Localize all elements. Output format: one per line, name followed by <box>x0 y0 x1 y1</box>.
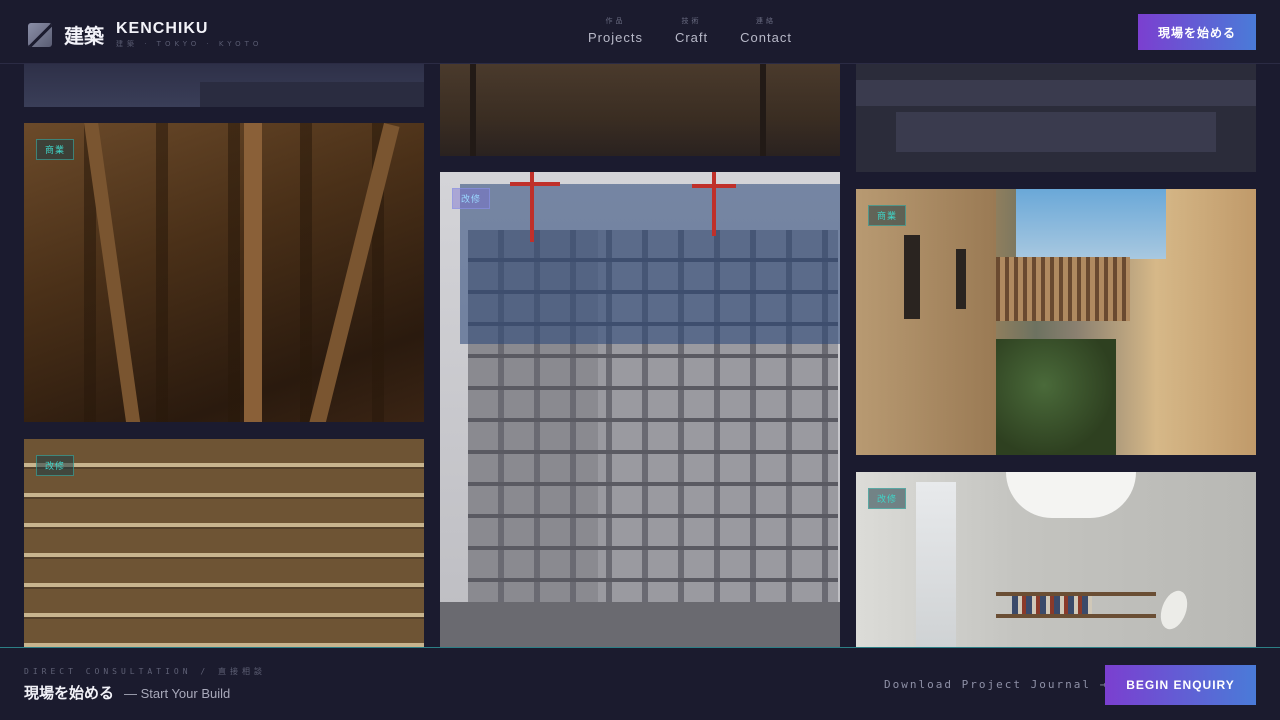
nav-item-craft[interactable]: 技術 Craft <box>675 16 708 45</box>
wood-beam <box>84 123 142 422</box>
light-spot <box>1155 587 1193 633</box>
brand[interactable]: 建築 KENCHIKU 建築 · TOKYO · KYOTO <box>28 20 262 49</box>
beam-shadow <box>470 64 476 156</box>
consultation-title-en: — Start Your Build <box>124 686 231 701</box>
brand-en: KENCHIKU <box>116 20 209 37</box>
gallery-tile-top-left[interactable] <box>24 64 424 107</box>
gallery-tile-concrete-interior[interactable]: 改修 <box>856 472 1256 649</box>
start-build-button[interactable]: 現場を始める <box>1138 14 1256 50</box>
nav-item-jp: 作品 <box>605 17 626 25</box>
project-tag: 改修 <box>36 455 75 476</box>
nav-item-projects[interactable]: 作品 Projects <box>588 16 643 45</box>
logo-icon <box>28 22 52 47</box>
consultation-bar: DIRECT CONSULTATION / 直接相談 現場を始める — Star… <box>0 647 1280 720</box>
consultation-kicker: DIRECT CONSULTATION / 直接相談 <box>24 667 266 676</box>
nav-item-jp: 連絡 <box>756 17 777 25</box>
brand-jp: 建築 <box>64 24 104 48</box>
scaffolding <box>460 184 840 344</box>
books <box>1012 596 1092 614</box>
brand-subtitle: 建築 · TOKYO · KYOTO <box>116 40 263 48</box>
wood-beam <box>306 123 400 422</box>
street <box>440 602 840 649</box>
consultation-title: 現場を始める — Start Your Build <box>24 682 230 703</box>
nav-item-contact[interactable]: 連絡 Contact <box>740 16 792 45</box>
gallery-tile-building-construction[interactable]: 改修 <box>440 172 840 649</box>
stair-step <box>856 80 1256 106</box>
beam-shadow <box>760 64 766 156</box>
nav-item-jp: 技術 <box>681 17 702 25</box>
project-tag: 改修 <box>868 488 907 509</box>
lattice-screen <box>996 257 1130 321</box>
gallery-tile-courtyard[interactable]: 商業 <box>856 189 1256 455</box>
skylight <box>1006 472 1136 518</box>
main-nav: 作品 Projects 技術 Craft 連絡 Contact <box>588 16 824 45</box>
site-header: 建築 KENCHIKU 建築 · TOKYO · KYOTO 作品 Projec… <box>0 0 1280 64</box>
gallery-tile-top-right[interactable] <box>856 64 1256 172</box>
window <box>904 235 920 319</box>
begin-enquiry-button[interactable]: BEGIN ENQUIRY <box>1105 665 1256 705</box>
nav-item-label: Contact <box>740 30 792 45</box>
plants <box>996 339 1116 455</box>
consultation-title-jp: 現場を始める <box>24 684 115 702</box>
window <box>956 249 966 309</box>
sky <box>1016 189 1166 259</box>
wooden-shelf <box>996 614 1156 618</box>
project-tag: 商業 <box>868 205 907 226</box>
brand-text: KENCHIKU 建築 · TOKYO · KYOTO <box>116 20 262 49</box>
wood-beam <box>244 123 262 422</box>
project-tag: 商業 <box>36 139 75 160</box>
crane-arm <box>692 184 736 188</box>
page: 商業 改修 改修 商業 改修 建築 KENCHIKU 建築 · TOKYO · … <box>0 0 1280 720</box>
tall-window <box>916 482 956 649</box>
project-tag: 改修 <box>452 188 491 209</box>
gallery-tile-wood-planks[interactable]: 改修 <box>24 439 424 649</box>
crane-arm <box>510 182 560 186</box>
nav-item-label: Craft <box>674 30 709 45</box>
download-journal-link[interactable]: Download Project Journal → <box>884 678 1108 691</box>
gallery-tile-top-middle[interactable] <box>440 64 840 156</box>
left-wall <box>856 189 996 455</box>
stair-step <box>896 112 1216 152</box>
nav-item-label: Projects <box>588 30 643 45</box>
gallery-tile-wood-beams[interactable]: 商業 <box>24 123 424 422</box>
crane-icon <box>712 172 716 236</box>
